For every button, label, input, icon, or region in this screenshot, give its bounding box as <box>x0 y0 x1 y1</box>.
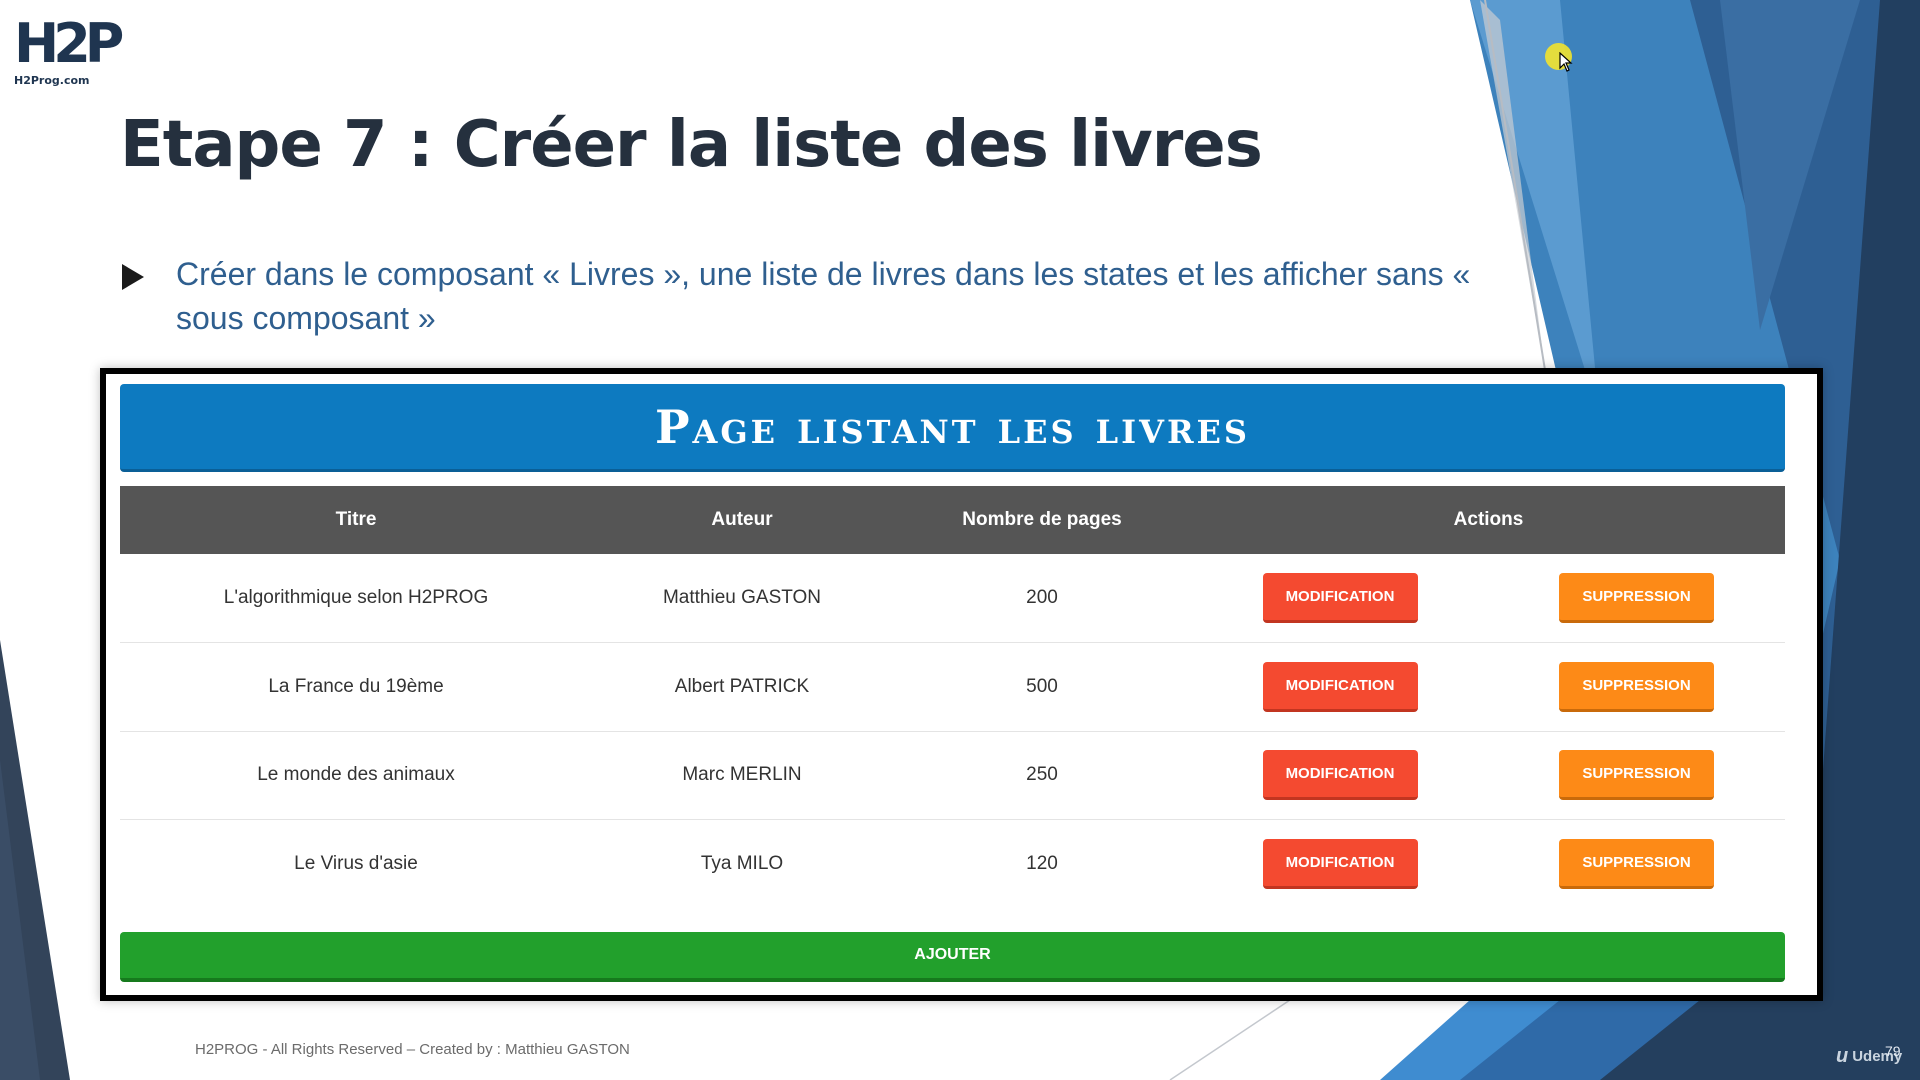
banner-title: Page listant les livres <box>654 399 1251 454</box>
logo-site: H2Prog.com <box>14 74 90 87</box>
column-header-pages: Nombre de pages <box>962 509 1122 530</box>
cell-auteur: Tya MILO <box>700 853 784 874</box>
cell-pages: 200 <box>892 554 1192 643</box>
cell-auteur: Albert PATRICK <box>592 642 892 732</box>
delete-button[interactable]: Suppression <box>1559 839 1714 889</box>
cell-auteur: Matthieu GASTON <box>592 554 892 643</box>
bullet-point: Créer dans le composant « Livres », une … <box>122 252 1482 340</box>
modify-button[interactable]: Modification <box>1262 661 1418 712</box>
cell-delete: Suppression <box>1488 731 1785 820</box>
modify-button[interactable]: Modification <box>1262 839 1418 889</box>
modify-button[interactable]: Modification <box>1262 750 1418 801</box>
table-header-row: Titre Auteur Nombre de pages Actions <box>120 486 1785 554</box>
column-header-titre: Titre <box>335 509 377 530</box>
footer-credits: H2PROG - All Rights Reserved – Created b… <box>195 1041 630 1058</box>
slide-page-number: 79 <box>1885 1043 1901 1059</box>
h2prog-logo: H2P H2Prog.com <box>14 17 124 88</box>
cell-auteur: Marc MERLIN <box>592 731 892 820</box>
logo-mark: H2P <box>14 17 124 71</box>
cell-delete: Suppression <box>1488 820 1785 909</box>
cell-titre: Le monde des animaux <box>120 731 592 820</box>
table-row: Le monde des animaux Marc MERLIN 250 Mod… <box>120 731 1785 820</box>
cell-pages: 500 <box>892 642 1192 732</box>
cell-delete: Suppression <box>1488 554 1785 643</box>
logo-text: H2P <box>14 12 124 75</box>
column-header-auteur: Auteur <box>711 509 773 530</box>
cell-modify: Modification <box>1192 554 1488 643</box>
delete-button[interactable]: Suppression <box>1559 573 1714 623</box>
table-row: Le Virus d'asie Tya MILO 120 Modificatio… <box>120 820 1785 909</box>
cell-pages: 250 <box>892 731 1192 820</box>
column-header-actions: Actions <box>1453 509 1524 530</box>
books-table: Titre Auteur Nombre de pages Actions L'a… <box>120 486 1785 908</box>
cell-modify: Modification <box>1192 642 1488 732</box>
modify-button[interactable]: Modification <box>1262 573 1418 623</box>
cell-titre: L'algorithmique selon H2PROG <box>120 554 592 643</box>
cell-titre: Le Virus d'asie <box>294 853 418 874</box>
table-row: L'algorithmique selon H2PROG Matthieu GA… <box>120 554 1785 643</box>
app-screenshot: Page listant les livres Titre Auteur Nom… <box>100 368 1823 1001</box>
triangle-bullet-icon <box>122 264 144 290</box>
bullet-text: Créer dans le composant « Livres », une … <box>176 256 1471 336</box>
delete-button[interactable]: Suppression <box>1559 661 1714 712</box>
udemy-logo-icon: u <box>1836 1045 1849 1067</box>
cell-modify: Modification <box>1192 731 1488 820</box>
mouse-pointer-icon <box>1559 52 1573 72</box>
delete-button[interactable]: Suppression <box>1559 750 1714 801</box>
cell-delete: Suppression <box>1488 642 1785 732</box>
cell-titre: La France du 19ème <box>120 642 592 732</box>
cell-pages: 120 <box>1026 853 1058 874</box>
add-book-button[interactable]: Ajouter <box>120 932 1785 982</box>
cell-modify: Modification <box>1192 820 1488 909</box>
slide-title: Etape 7 : Créer la liste des livres <box>120 108 1263 182</box>
table-row: La France du 19ème Albert PATRICK 500 Mo… <box>120 642 1785 732</box>
page-banner: Page listant les livres <box>120 384 1785 472</box>
